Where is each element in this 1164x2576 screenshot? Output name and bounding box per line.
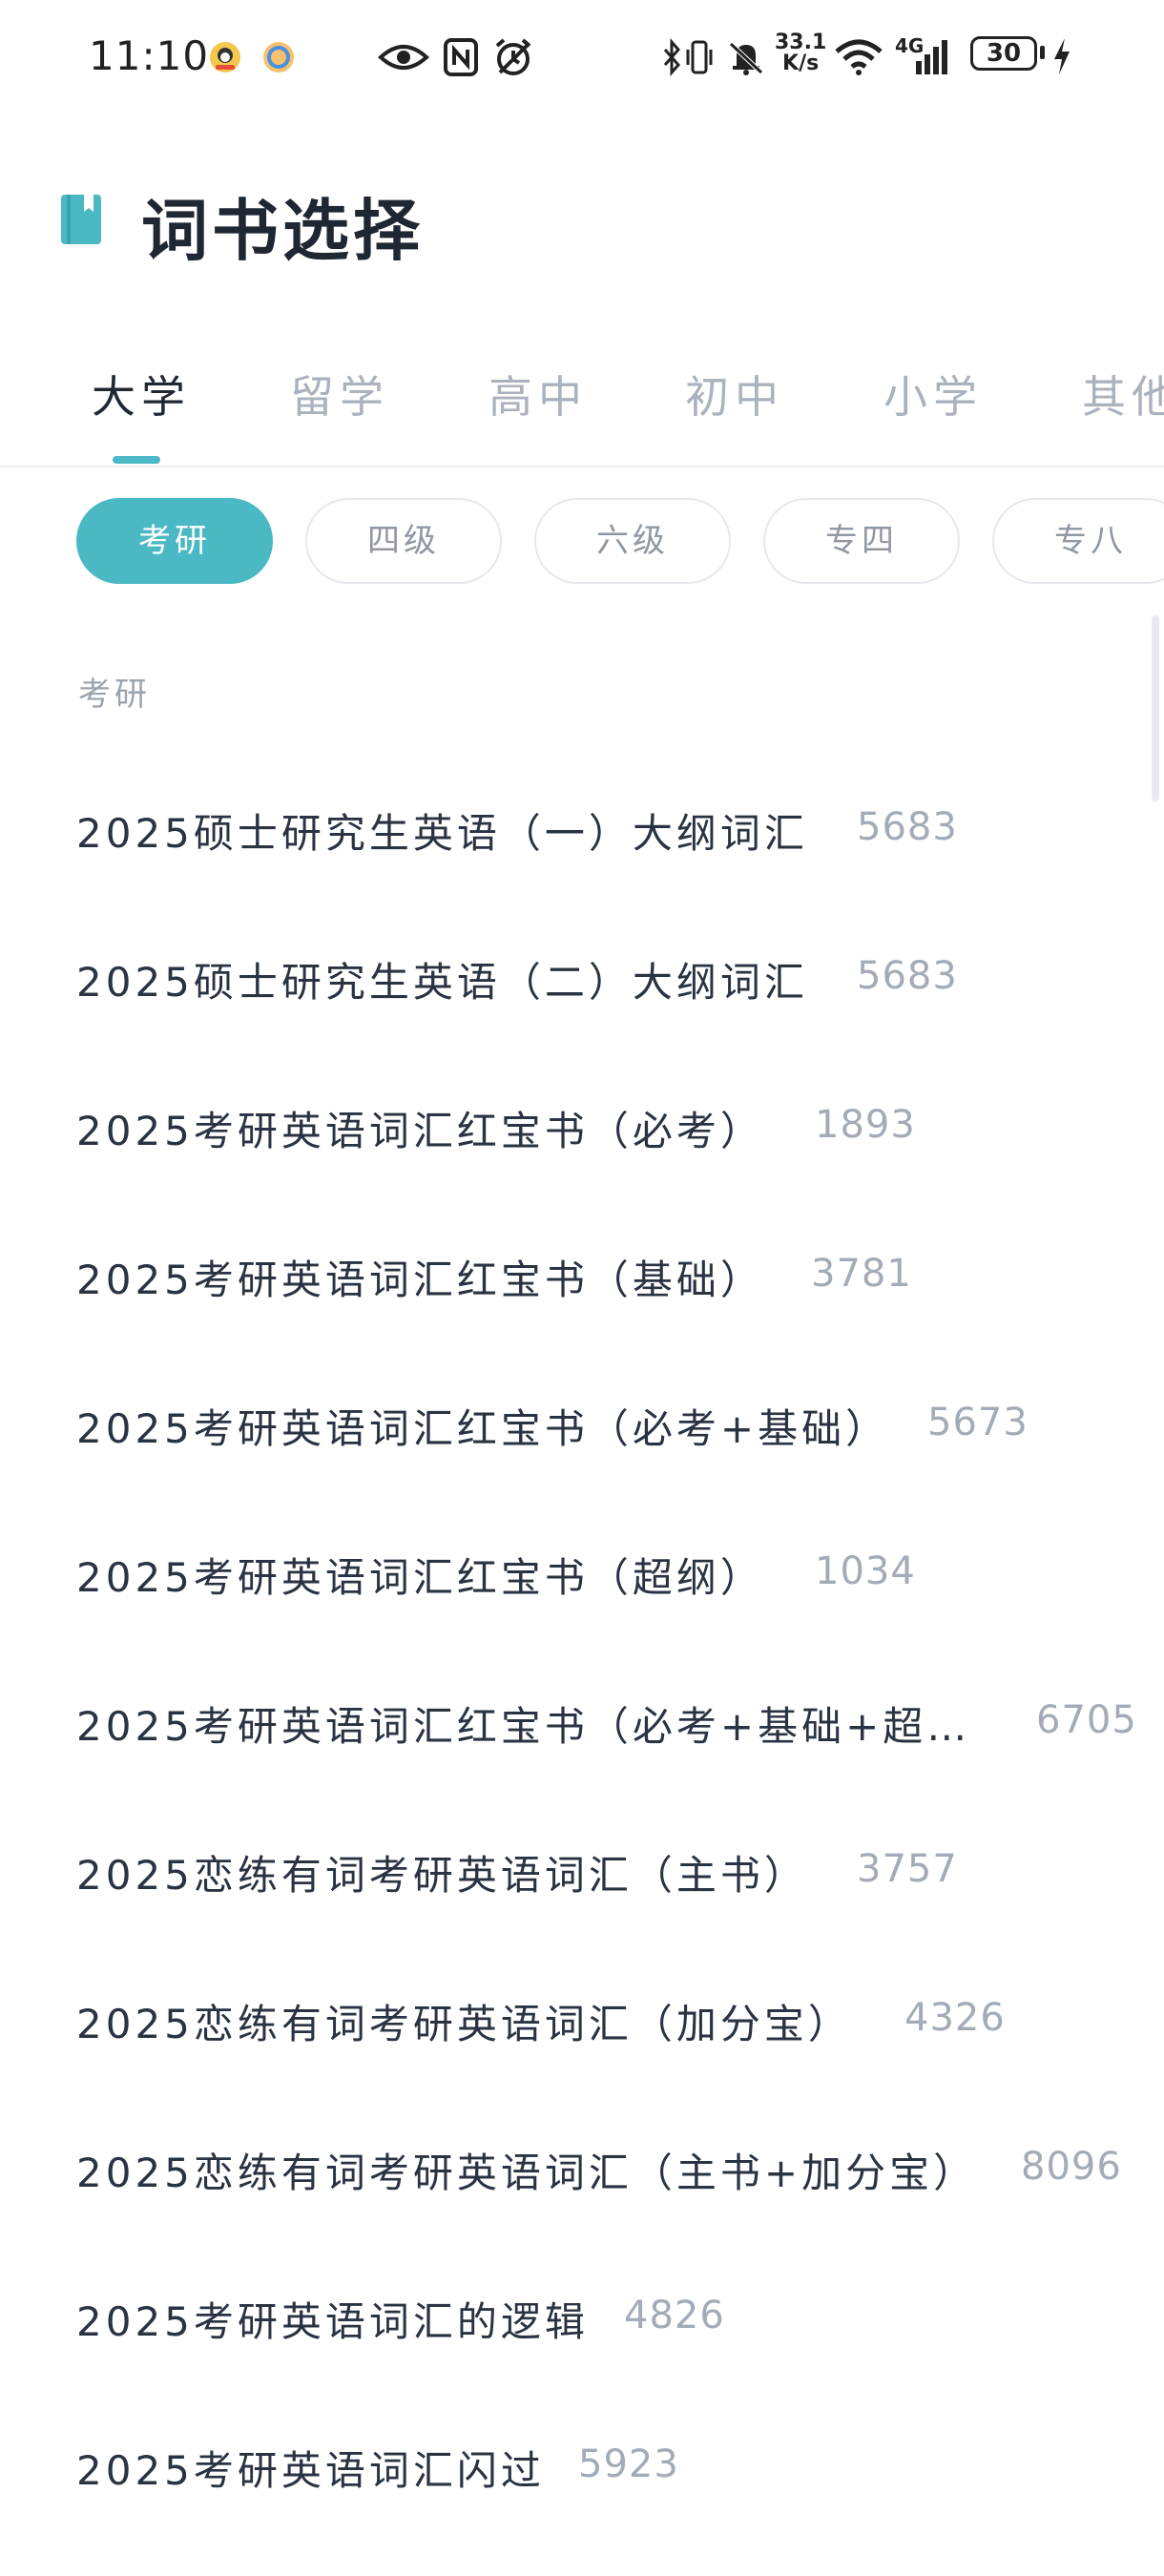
tab-primary-school[interactable]: 小学 (883, 363, 983, 426)
list-item[interactable]: 2025考研英语词汇闪过 5923 (0, 2391, 1164, 2540)
tab-university[interactable]: 大学 (92, 363, 191, 426)
battery-level: 30 (986, 39, 1022, 68)
list-item[interactable]: 2025考研英语词汇红宝书（必考） 1893 (0, 1051, 1164, 1200)
tab-high-school[interactable]: 高中 (488, 363, 588, 426)
list-item[interactable]: 2025考研英语词汇红宝书（基础） 3781 (0, 1200, 1164, 1349)
list-item[interactable]: 2025考研英语词汇红宝书（必考+基础+超纲） 6705 (0, 1647, 1164, 1796)
alarm-icon (495, 38, 531, 75)
page-title: 词书选择 (141, 192, 424, 270)
book-name: 2025考研英语词汇的逻辑 (76, 2298, 589, 2345)
book-name: 2025恋练有词考研英语词汇（主书+加分宝） (76, 2150, 978, 2196)
book-word-count: 1893 (815, 1103, 916, 1147)
book-word-count: 8096 (1021, 2145, 1122, 2189)
book-name: 2025考研英语词汇红宝书（超纲） (76, 1554, 764, 1601)
level-tabs: 大学 留学 高中 初中 小学 其他 (0, 353, 1164, 467)
bluetooth-icon (663, 38, 680, 76)
book-name: 2025考研英语词汇闪过 (76, 2447, 545, 2494)
chip-tem8[interactable]: 专八 (992, 498, 1164, 584)
chip-cet4[interactable]: 四级 (305, 498, 502, 584)
net-speed: 33.1 K/s (775, 32, 826, 74)
eye-icon (378, 45, 429, 70)
chip-tem4[interactable]: 专四 (763, 498, 960, 584)
active-tab-indicator (113, 456, 160, 464)
list-item[interactable]: 2025硕士研究生英语（一）大纲词汇 5683 (0, 754, 1164, 903)
list-item[interactable]: 2025硕士研究生英语（二）大纲词汇 5683 (0, 903, 1164, 1051)
status-bar: 11:10 33.1 K/s 4G 30 (0, 0, 1164, 114)
book-word-count: 6705 (1036, 1698, 1137, 1742)
net-speed-value: 33.1 (775, 31, 827, 54)
list-item[interactable]: 2025考研英语词汇红宝书（超纲） 1034 (0, 1498, 1164, 1647)
book-word-count: 1034 (815, 1549, 916, 1593)
book-word-count: 5683 (857, 954, 958, 998)
battery-tip (1040, 46, 1045, 59)
book-word-count: 4826 (624, 2294, 725, 2337)
book-word-count: 4326 (904, 1996, 1006, 2040)
book-name: 2025考研英语词汇红宝书（必考+基础） (76, 1405, 890, 1452)
list-item[interactable]: 2025考研英语词汇的逻辑 4826 (0, 2242, 1164, 2391)
tab-divider (0, 466, 1164, 467)
book-name: 2025考研英语词汇红宝书（基础） (76, 1257, 764, 1303)
list-item[interactable]: 2025恋练有词考研英语词汇（主书） 3757 (0, 1796, 1164, 1944)
book-word-count: 5923 (578, 2442, 679, 2486)
vibrate-icon (686, 40, 713, 74)
notification-app-icon-2 (263, 42, 294, 73)
book-word-count: 5683 (857, 805, 958, 849)
book-name: 2025恋练有词考研英语词汇（主书） (76, 1852, 808, 1899)
book-name: 2025考研英语词汇红宝书（必考+基础+超纲） (76, 1703, 973, 1750)
net-speed-unit: K/s (782, 52, 820, 75)
book-name: 2025恋练有词考研英语词汇（加分宝） (76, 2001, 852, 2047)
notification-app-icon (210, 42, 240, 73)
charging-icon (1054, 38, 1070, 74)
nfc-icon (444, 38, 478, 76)
book-word-count: 5673 (927, 1401, 1029, 1444)
tab-middle-school[interactable]: 初中 (685, 363, 784, 426)
list-item[interactable]: 2025考研英语词汇红宝书（必考+基础） 5673 (0, 1349, 1164, 1498)
list-item[interactable]: 2025恋练有词考研英语词汇（主书+加分宝） 8096 (0, 2093, 1164, 2242)
mute-icon (729, 42, 763, 75)
section-label: 考研 (78, 675, 151, 714)
book-name: 2025硕士研究生英语（二）大纲词汇 (76, 959, 808, 1006)
signal-icon (916, 40, 947, 74)
tab-study-abroad[interactable]: 留学 (290, 363, 389, 426)
book-icon (61, 195, 101, 244)
battery-icon: 30 (970, 36, 1037, 71)
book-name: 2025考研英语词汇红宝书（必考） (76, 1108, 764, 1154)
book-word-count: 3781 (811, 1252, 912, 1296)
book-word-count: 3757 (857, 1847, 958, 1891)
wifi-icon (835, 39, 883, 75)
status-time: 11:10 (89, 32, 210, 79)
book-name: 2025硕士研究生英语（一）大纲词汇 (76, 810, 808, 857)
chip-cet6[interactable]: 六级 (534, 498, 731, 584)
tab-other[interactable]: 其他 (1082, 363, 1164, 426)
list-item[interactable]: 2025恋练有词考研英语词汇（加分宝） 4326 (0, 1944, 1164, 2093)
chip-kaoyan[interactable]: 考研 (76, 498, 273, 584)
